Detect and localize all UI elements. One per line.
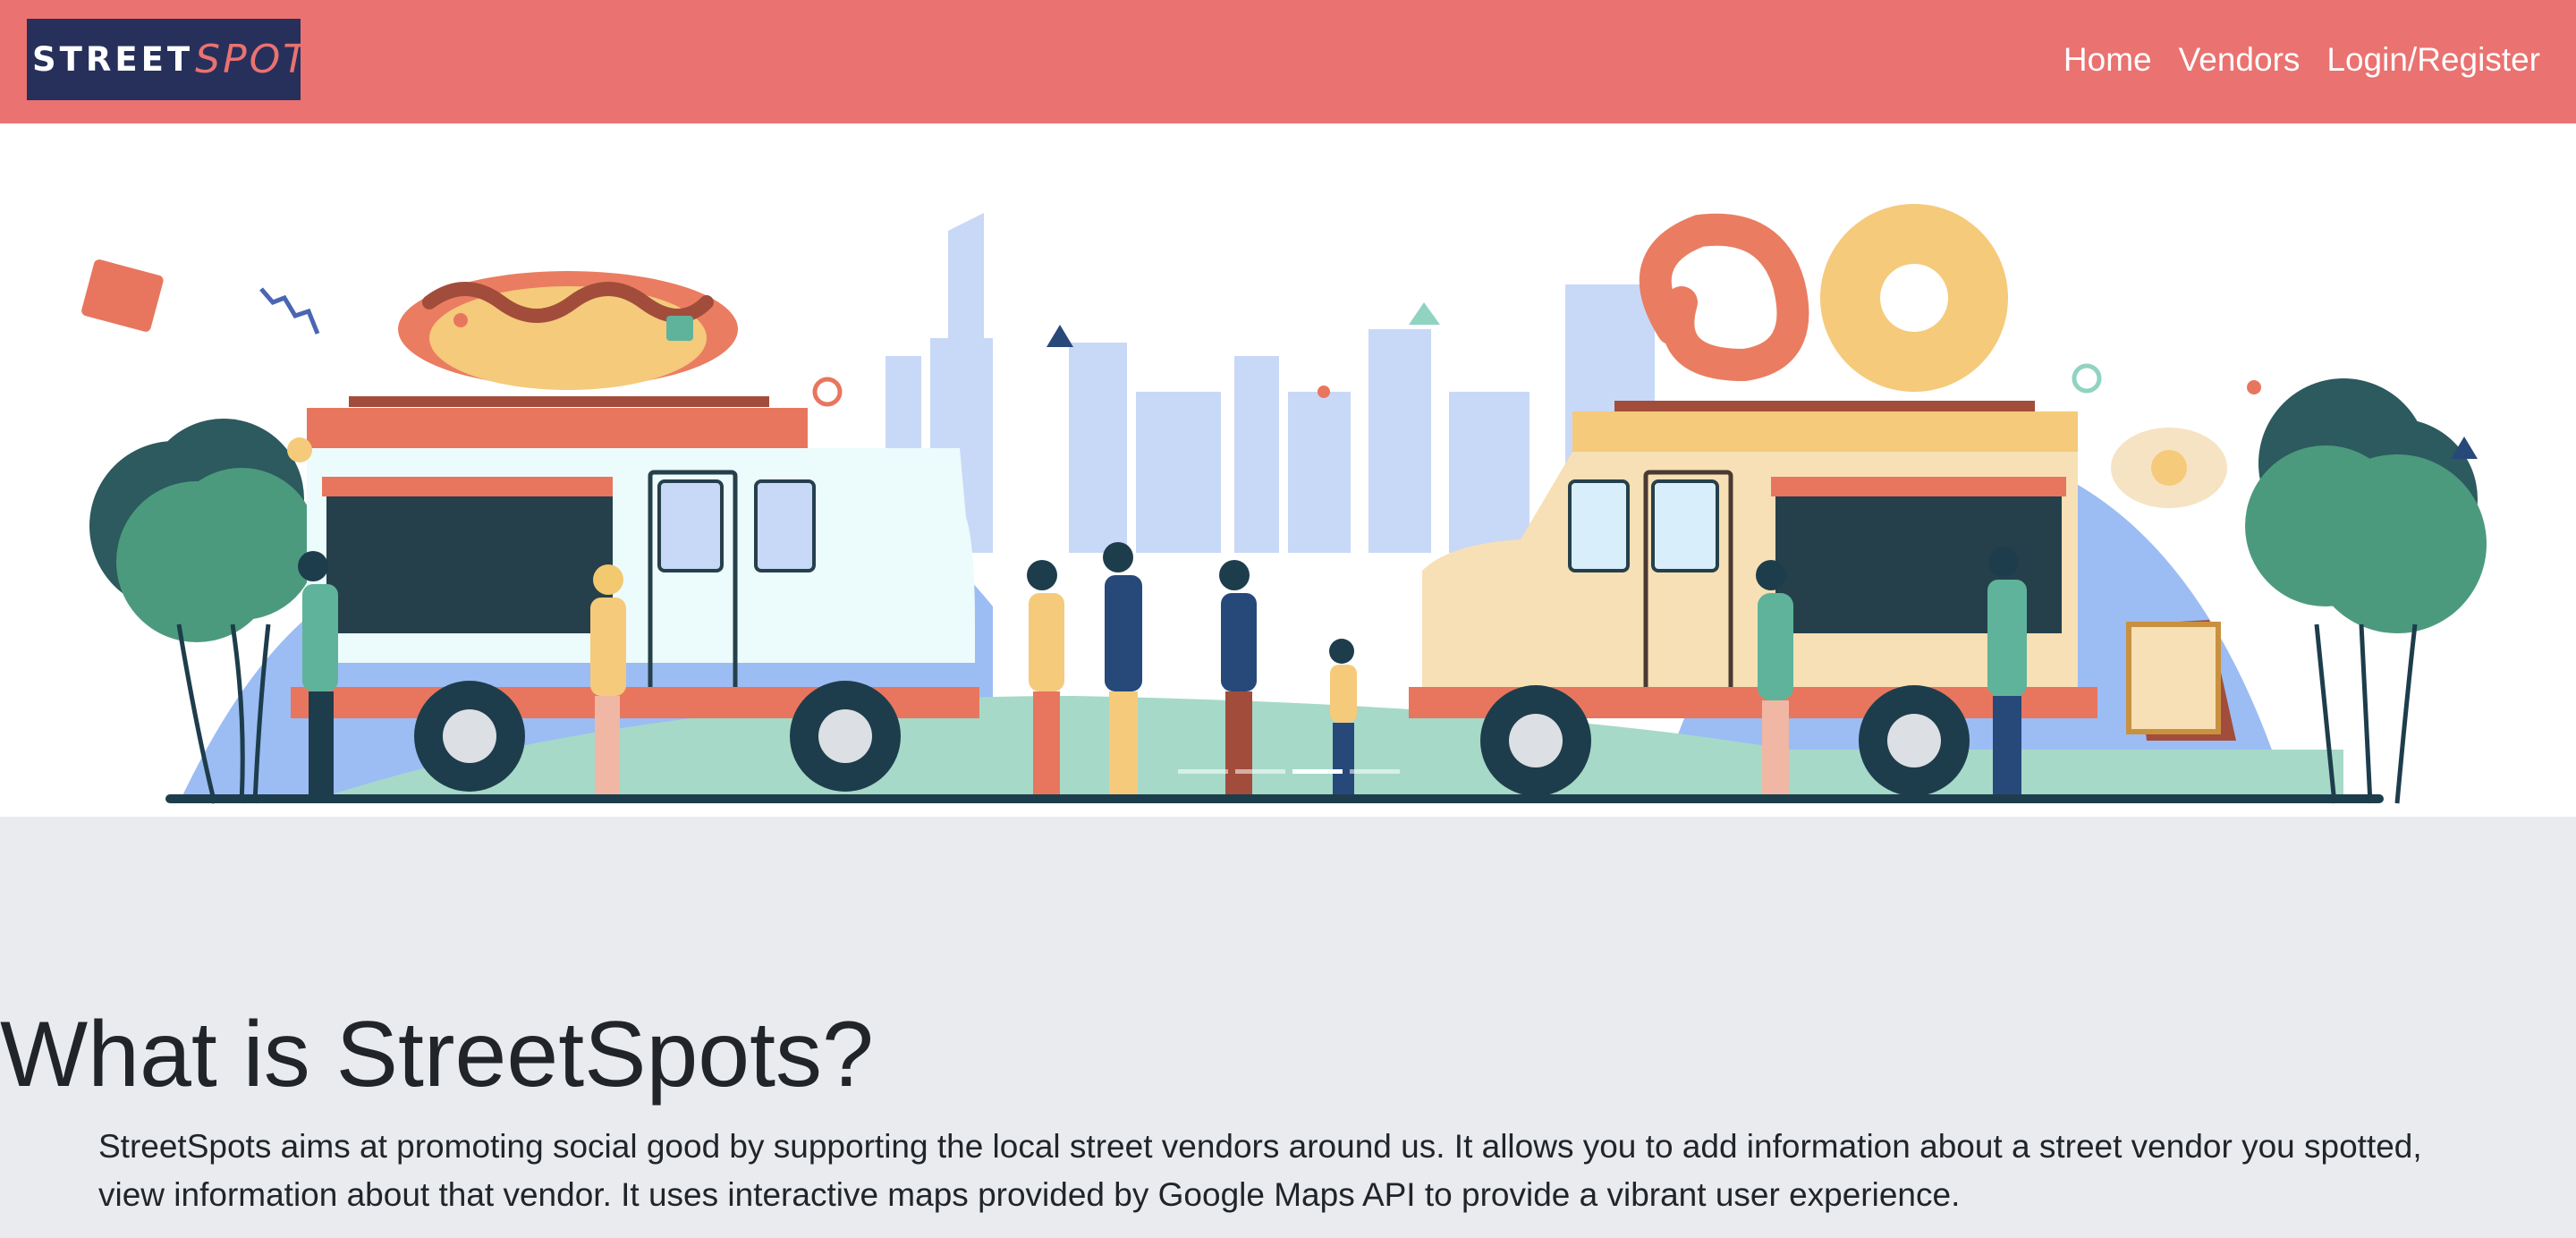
nav-login-register-link[interactable]: Login/Register — [2326, 41, 2540, 79]
food-trucks-illustration — [81, 204, 2487, 804]
nav-home-link[interactable]: Home — [2063, 41, 2152, 79]
navbar: STREET SPOTS Home Vendors Login/Register — [0, 0, 2576, 123]
about-title: What is StreetSpots? — [0, 1003, 874, 1107]
carousel-indicators — [1178, 769, 1400, 774]
nav-links: Home Vendors Login/Register — [2063, 41, 2540, 79]
carousel-prev-chevron-left-icon[interactable] — [168, 123, 222, 177]
carousel-next-chevron-right-icon[interactable] — [2358, 123, 2411, 177]
brand-logo-street: STREET — [32, 39, 194, 79]
brand-logo[interactable]: STREET SPOTS — [27, 18, 335, 100]
carousel-indicator-1[interactable] — [1178, 769, 1228, 774]
carousel-indicator-3[interactable] — [1292, 769, 1343, 774]
brand-logo-spots: SPOTS — [195, 36, 338, 82]
nav-vendors-link[interactable]: Vendors — [2179, 41, 2301, 79]
about-description: StreetSpots aims at promoting social goo… — [98, 1128, 2422, 1213]
carousel-indicator-4[interactable] — [1350, 769, 1400, 774]
carousel-indicator-2[interactable] — [1235, 769, 1285, 774]
hero-carousel — [0, 123, 2576, 817]
